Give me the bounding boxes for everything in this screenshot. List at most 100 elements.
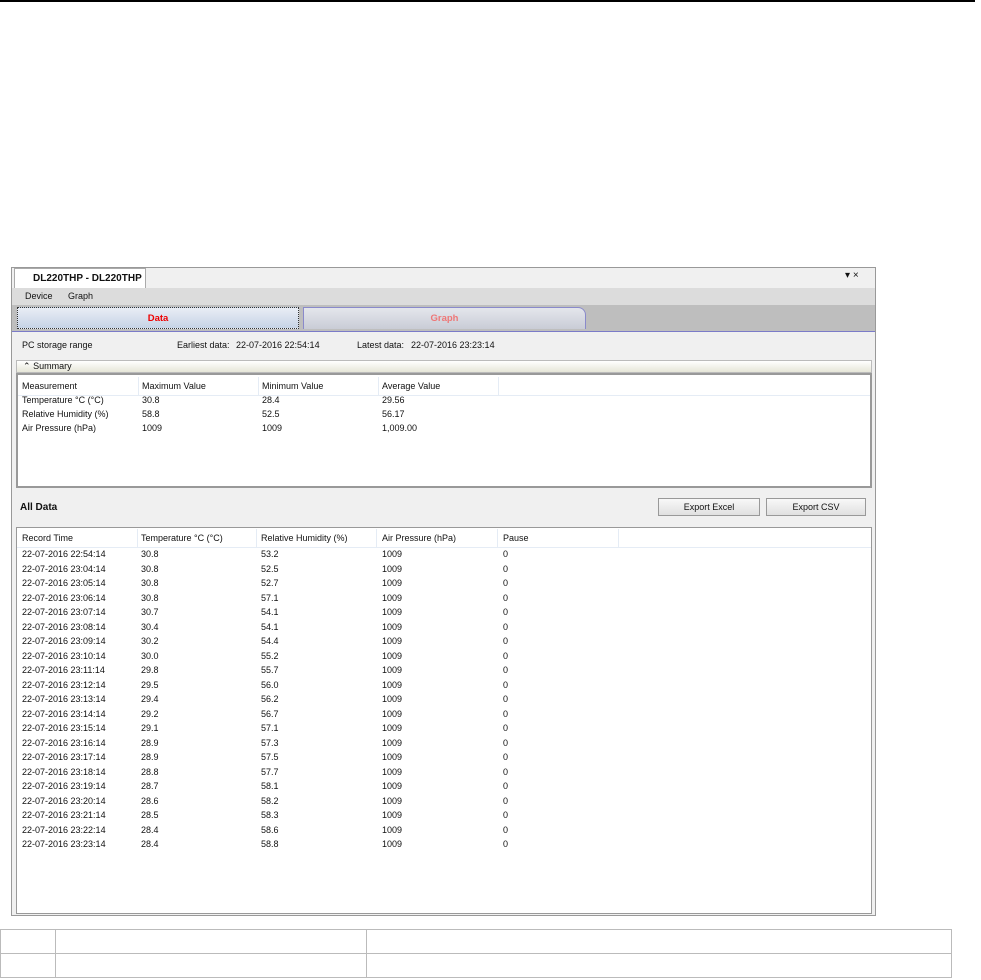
table-cell: 1009: [382, 607, 403, 617]
latest-label: Latest data:: [357, 340, 405, 350]
table-cell: 1009: [382, 679, 403, 690]
summary-cell: Temperature °C (°C): [22, 395, 104, 405]
menu-graph[interactable]: Graph: [68, 291, 93, 301]
latest-value: 22-07-2016 23:23:14: [411, 340, 495, 350]
table-cell: 0: [503, 708, 509, 719]
column-divider[interactable]: [498, 377, 499, 395]
table-cell: 1009: [382, 592, 403, 603]
table-cell: 1009: [382, 781, 403, 791]
table-cell: 0: [503, 665, 509, 675]
table-cell: 0: [503, 723, 509, 733]
table-cell: 54.1: [261, 607, 279, 617]
column-divider[interactable]: [258, 377, 259, 395]
chevron-double-up-icon: ⌃: [23, 361, 31, 371]
summary-cell: 56.17: [382, 409, 405, 419]
column-divider[interactable]: [256, 529, 257, 547]
column-divider[interactable]: [497, 529, 498, 547]
summary-cell: 1,009.00: [382, 423, 418, 433]
menu-device[interactable]: Device: [25, 291, 53, 301]
cell: [55, 953, 367, 978]
table-cell: 0: [503, 752, 509, 762]
table-cell: 0: [503, 563, 509, 574]
table-cell: 22-07-2016 23:22:14: [22, 824, 106, 835]
table-cell: 0: [503, 824, 509, 835]
export-excel-button[interactable]: Export Excel: [658, 498, 760, 516]
table-cell: 1009: [382, 694, 403, 704]
table-cell: 1009: [382, 621, 403, 632]
table-cell: 22-07-2016 23:20:14: [22, 795, 106, 806]
column-header-0: Record Time: [22, 533, 74, 543]
close-icon[interactable]: ×: [853, 270, 859, 281]
blank-table: [0, 929, 952, 978]
table-cell: 29.8: [141, 665, 159, 675]
column-divider[interactable]: [137, 529, 138, 547]
summary-column-header: Maximum Value: [142, 381, 206, 391]
table-cell: 53.2: [261, 549, 279, 559]
table-cell: 28.7: [141, 781, 159, 791]
cell: [366, 953, 952, 978]
menu-bar: [12, 288, 875, 305]
column-header-1: Temperature °C (°C): [141, 533, 223, 543]
earliest-value: 22-07-2016 22:54:14: [236, 340, 320, 350]
table-cell: 0: [503, 679, 509, 690]
table-cell: 0: [503, 636, 509, 646]
table-cell: 55.2: [261, 650, 279, 661]
summary-column-header: Measurement: [22, 381, 78, 391]
table-cell: 22-07-2016 23:06:14: [22, 592, 106, 603]
table-cell: 30.4: [141, 621, 159, 632]
column-header-4: Pause: [503, 533, 529, 543]
column-divider[interactable]: [618, 529, 619, 547]
cell: [55, 929, 367, 954]
tab-graph[interactable]: Graph: [303, 307, 586, 329]
tab-data[interactable]: Data: [17, 307, 299, 329]
summary-cell: Relative Humidity (%): [22, 409, 109, 419]
table-cell: 1009: [382, 723, 403, 733]
table-cell: 22-07-2016 23:23:14: [22, 839, 106, 849]
summary-column-header: Minimum Value: [262, 381, 324, 391]
table-cell: 22-07-2016 23:12:14: [22, 679, 106, 690]
column-divider[interactable]: [378, 377, 379, 395]
table-cell: 56.0: [261, 679, 279, 690]
column-divider[interactable]: [376, 529, 377, 547]
table-cell: 1009: [382, 636, 403, 646]
table-cell: 22-07-2016 23:21:14: [22, 810, 106, 820]
table-cell: 0: [503, 592, 509, 603]
table-cell: 1009: [382, 665, 403, 675]
table-cell: 22-07-2016 22:54:14: [22, 549, 106, 559]
top-rule: [0, 0, 975, 2]
table-cell: 22-07-2016 23:10:14: [22, 650, 106, 661]
table-cell: 30.2: [141, 636, 159, 646]
table-cell: 1009: [382, 650, 403, 661]
summary-cell: 1009: [142, 423, 163, 433]
table-cell: 1009: [382, 766, 403, 777]
table-cell: 28.9: [141, 752, 159, 762]
summary-header[interactable]: ⌃ Summary: [16, 360, 872, 373]
table-cell: 22-07-2016 23:09:14: [22, 636, 106, 646]
table-cell: 1009: [382, 549, 403, 559]
table-cell: 22-07-2016 23:17:14: [22, 752, 106, 762]
table-cell: 1009: [382, 795, 403, 806]
cell: [366, 929, 952, 954]
table-cell: 29.5: [141, 679, 159, 690]
table-cell: 1009: [382, 578, 403, 588]
table-cell: 58.2: [261, 795, 279, 806]
table-cell: 29.4: [141, 694, 159, 704]
table-cell: 52.7: [261, 578, 279, 588]
table-cell: 30.0: [141, 650, 159, 661]
column-divider[interactable]: [138, 377, 139, 395]
table-cell: 56.7: [261, 708, 279, 719]
table-cell: 22-07-2016 23:16:14: [22, 737, 106, 748]
table-cell: 28.8: [141, 766, 159, 777]
export-csv-button[interactable]: Export CSV: [766, 498, 866, 516]
table-cell: 1009: [382, 824, 403, 835]
summary-cell: 52.5: [262, 409, 280, 419]
table-cell: 57.1: [261, 723, 279, 733]
window-tab[interactable]: DL220THP - DL220THP: [14, 268, 146, 288]
table-cell: 1009: [382, 752, 403, 762]
summary-column-header: Average Value: [382, 381, 441, 391]
table-cell: 54.4: [261, 636, 279, 646]
table-cell: 22-07-2016 23:15:14: [22, 723, 106, 733]
dropdown-icon[interactable]: ▾: [845, 270, 850, 281]
table-cell: 58.8: [261, 839, 279, 849]
table-cell: 28.4: [141, 839, 159, 849]
